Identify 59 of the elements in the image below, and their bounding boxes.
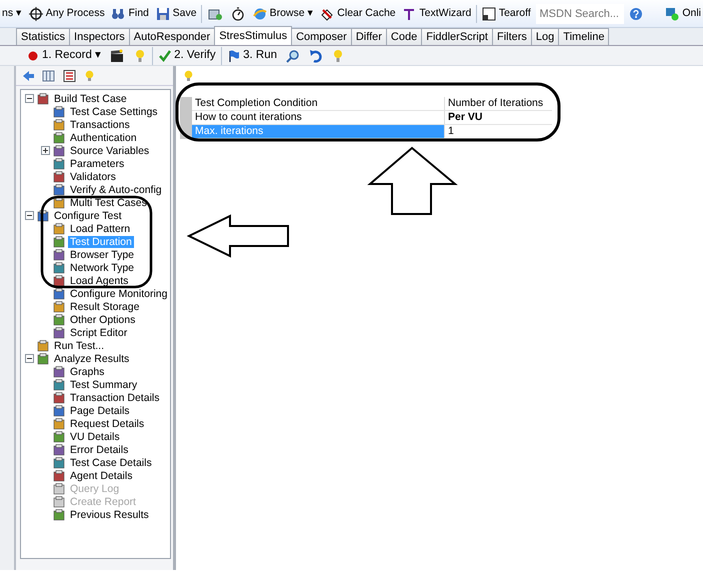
tree-item[interactable]: Test Summary	[68, 378, 140, 390]
property-value[interactable]: Per VU	[445, 111, 552, 124]
tree-item[interactable]: Other Options	[68, 314, 138, 326]
tab[interactable]: Inspectors	[69, 28, 130, 45]
tree-item[interactable]: Script Editor	[68, 326, 130, 338]
tab[interactable]: AutoResponder	[128, 28, 216, 45]
toolbar-button[interactable]: TextWizard	[400, 4, 474, 24]
tree-item[interactable]: Browser Type	[68, 248, 136, 260]
tree-item[interactable]: Validators	[68, 170, 118, 182]
tree-item[interactable]: Previous Results	[68, 508, 151, 520]
tree-item[interactable]: Transaction Details	[68, 392, 162, 404]
tree-item[interactable]: Multi Test Cases	[68, 196, 149, 208]
tree-item[interactable]: Authentication	[68, 132, 139, 144]
tab[interactable]: Log	[530, 28, 560, 45]
tree-item[interactable]: Source Variables	[68, 144, 152, 156]
toolbar-button[interactable]: Find	[109, 4, 151, 24]
tab[interactable]: FiddlerScript	[421, 28, 493, 45]
tree-item[interactable]: Test Case Settings	[68, 106, 160, 118]
tab[interactable]: Differ	[350, 28, 387, 45]
run-button[interactable]: 3. Run	[225, 46, 280, 64]
tree-item[interactable]: Graphs	[68, 366, 106, 378]
record-button[interactable]: 1. Record ▾	[24, 46, 104, 64]
tree-item[interactable]: Request Details	[68, 418, 146, 430]
menu-label[interactable]: ns ▾	[0, 4, 24, 24]
property-name[interactable]: Test Completion Condition	[192, 97, 445, 110]
tree-item[interactable]: Error Details	[68, 444, 130, 456]
property-name[interactable]: How to count iterations	[192, 111, 445, 124]
tree-item[interactable]: Test Case Details	[68, 456, 154, 468]
tree-item[interactable]: VU Details	[68, 430, 122, 442]
tree-item[interactable]: Parameters	[68, 158, 126, 170]
tree-item[interactable]: Verify & Auto-config	[68, 184, 164, 196]
tab[interactable]: Statistics	[16, 28, 70, 45]
verify-button[interactable]: 2. Verify	[156, 46, 219, 64]
tree-item[interactable]: Load Pattern	[68, 222, 132, 234]
tree-item[interactable]: Analyze Results	[52, 352, 132, 364]
toolbar-button[interactable]: Clear Cache	[318, 4, 398, 24]
tree-item[interactable]: Transactions	[68, 118, 132, 130]
toolbar-button[interactable]: Onli	[663, 4, 703, 24]
toolbar-button[interactable]: Save	[154, 4, 199, 24]
tab[interactable]: Composer	[291, 28, 352, 45]
property-value[interactable]: 1	[445, 125, 552, 138]
toolbar-button[interactable]: Browse ▾	[250, 4, 316, 24]
tab[interactable]: StresStimulus	[214, 26, 292, 45]
property-value[interactable]: Number of Iterations	[445, 97, 552, 110]
tree-item[interactable]: Network Type	[68, 262, 136, 274]
tab[interactable]: Timeline	[558, 28, 610, 45]
tree-item[interactable]: Load Agents	[68, 274, 130, 286]
toolbar-button[interactable]: Tearoff	[480, 4, 533, 24]
tree-item[interactable]: Build Test Case	[52, 92, 129, 104]
tree-item[interactable]: Run Test...	[52, 340, 106, 352]
tree-item[interactable]: Result Storage	[68, 300, 142, 312]
tab[interactable]: Filters	[492, 28, 532, 45]
tab[interactable]: Code	[386, 28, 422, 45]
tree-item[interactable]: Agent Details	[68, 470, 134, 482]
tree-item[interactable]: Configure Monitoring	[68, 288, 170, 300]
toolbar-button[interactable]: Any Process	[26, 4, 107, 24]
search-field[interactable]: MSDN Search...	[536, 4, 624, 24]
tree-item[interactable]: Page Details	[68, 404, 132, 416]
tree-item[interactable]: Configure Test	[52, 210, 124, 222]
